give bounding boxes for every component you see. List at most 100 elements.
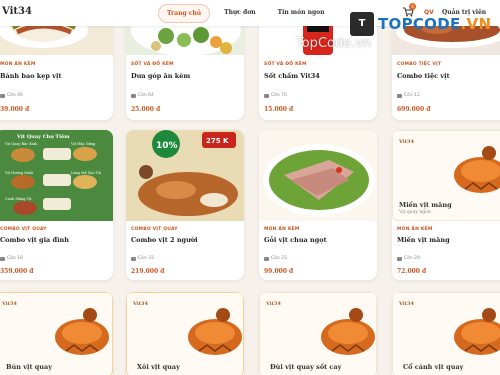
duck-icon xyxy=(321,308,375,355)
product-card[interactable]: Vit34 Bún vịt quay xyxy=(0,292,113,375)
watermark-text: TopCode.vn xyxy=(296,36,372,51)
duck-icon xyxy=(55,308,109,355)
promo-label: Vịt Hấp Gừng xyxy=(70,142,96,146)
product-card[interactable]: 10% 275 K COMBO VỊT QUAY Combo vịt 2 ngư… xyxy=(126,130,244,280)
product-price: 39.000 đ xyxy=(0,106,30,113)
product-card[interactable]: Vit34 Đùi vịt quay sốt cay xyxy=(259,292,377,375)
main-nav: Trang chủ Thực đơn Tin món ngon xyxy=(158,4,333,23)
promo-label: Vịt Nướng Muối xyxy=(4,171,34,175)
watermark-logo: T TOPCODE.VN xyxy=(350,12,491,36)
product-stock-text: Còn 64 xyxy=(138,93,154,98)
product-price: 25.000 đ xyxy=(131,106,161,113)
brand-logo[interactable]: Vit34 xyxy=(2,6,32,17)
duck-icon xyxy=(454,146,500,193)
price-tag-text: 275 K xyxy=(206,137,229,145)
product-stock: Còn 33 xyxy=(131,256,154,261)
placeholder-brand: Vit34 xyxy=(266,301,281,307)
product-name[interactable]: Combo vịt 2 người xyxy=(131,236,198,244)
product-stock-text: Còn 23 xyxy=(271,256,287,261)
product-card[interactable]: Vit34 Xôi vịt quay xyxy=(126,292,244,375)
product-category: MÓN ĂN KÈM xyxy=(264,227,300,232)
watermark-logo-box: T xyxy=(350,12,374,36)
box-icon xyxy=(0,93,5,98)
placeholder-brand: Vit34 xyxy=(133,301,148,307)
box-icon xyxy=(131,256,136,261)
product-price: 219.000 đ xyxy=(131,268,165,275)
box-icon xyxy=(264,93,269,98)
product-stock: Còn 70 xyxy=(264,93,287,98)
product-name[interactable]: Đùi vịt quay sốt cay xyxy=(270,363,341,371)
product-image-placeholder: Vit34 Bún vịt quay xyxy=(0,292,113,375)
product-card[interactable]: Vịt Quay Chợ Tiệm Vịt Quay Bắc Kinh Vịt … xyxy=(0,130,113,280)
product-category: COMBO TIỆC VỊT xyxy=(397,62,442,67)
product-name[interactable]: Combo tiệc vịt xyxy=(397,72,450,80)
nav-home[interactable]: Trang chủ xyxy=(158,4,211,23)
product-card[interactable]: MÓN ĂN KÈM Gỏi vịt chua ngọt Còn 23 99.0… xyxy=(259,130,377,280)
product-name[interactable]: Sốt chấm Vit34 xyxy=(264,72,320,80)
promo-label: Vịt Quay Bắc Kinh xyxy=(4,141,38,146)
product-image-placeholder: Vit34 Cổ cánh vịt quay xyxy=(392,292,500,375)
box-icon xyxy=(131,93,136,98)
product-stock: Còn 18 xyxy=(0,256,23,261)
product-name[interactable]: Dưa góp ăn kèm xyxy=(131,72,190,80)
duck-icon xyxy=(188,308,242,355)
nav-menu[interactable]: Thực đơn xyxy=(216,4,264,23)
product-name[interactable]: Gỏi vịt chua ngọt xyxy=(264,236,327,244)
promo-menu-title: Vịt Quay Chợ Tiệm xyxy=(16,133,70,140)
product-image: Vịt Quay Chợ Tiệm Vịt Quay Bắc Kinh Vịt … xyxy=(0,130,113,221)
product-stock: Còn 12 xyxy=(397,93,420,98)
product-price: 699.000 đ xyxy=(397,106,431,113)
product-image-placeholder: Vit34 Miến vịt măng Vịt quay ngon xyxy=(392,130,500,221)
watermark-logo-main: TOPCODE xyxy=(378,15,461,33)
placeholder-brand: Vit34 xyxy=(399,301,414,307)
placeholder-brand: Vit34 xyxy=(2,301,17,307)
product-category: MÓN ĂN KÈM xyxy=(0,62,36,67)
product-stock-text: Còn 29 xyxy=(404,256,420,261)
product-price: 359.000 đ xyxy=(0,268,34,275)
placeholder-title: Miến vịt măng xyxy=(399,201,452,209)
watermark-logo-ext: .VN xyxy=(460,15,492,33)
box-icon xyxy=(264,256,269,261)
duck-icon xyxy=(454,308,500,355)
product-name[interactable]: Miến vịt măng xyxy=(397,236,450,244)
cart-count-badge: 0 xyxy=(409,3,416,10)
product-stock-text: Còn 70 xyxy=(271,93,287,98)
product-name[interactable]: Bánh bao kẹp vịt xyxy=(0,72,61,80)
product-name[interactable]: Combo vịt gia đình xyxy=(0,236,69,244)
nav-news[interactable]: Tin món ngon xyxy=(270,4,333,23)
product-image-placeholder: Vit34 Đùi vịt quay sốt cay xyxy=(259,292,377,375)
product-category: COMBO VỊT QUAY xyxy=(0,227,47,232)
product-stock: Còn 29 xyxy=(397,256,420,261)
product-image xyxy=(259,130,377,221)
box-icon xyxy=(397,93,402,98)
product-image: 10% 275 K xyxy=(126,130,244,221)
product-stock: Còn 23 xyxy=(264,256,287,261)
placeholder-subtitle: Vịt quay ngon xyxy=(399,210,431,215)
product-category: COMBO VỊT QUAY xyxy=(131,227,178,232)
product-name[interactable]: Xôi vịt quay xyxy=(137,363,180,371)
product-name[interactable]: Bún vịt quay xyxy=(6,363,52,371)
product-stock-text: Còn 18 xyxy=(7,256,23,261)
product-card[interactable]: Vit34 Cổ cánh vịt quay xyxy=(392,292,500,375)
product-stock: Còn 64 xyxy=(131,93,154,98)
product-price: 99.000 đ xyxy=(264,268,294,275)
product-image-placeholder: Vit34 Xôi vịt quay xyxy=(126,292,244,375)
product-stock-text: Còn 33 xyxy=(138,256,154,261)
box-icon xyxy=(0,256,5,261)
product-card[interactable]: Vit34 Miến vịt măng Vịt quay ngon MÓN ĂN… xyxy=(392,130,500,280)
product-stock-text: Còn 12 xyxy=(404,93,420,98)
discount-badge-text: 10% xyxy=(156,141,178,151)
product-stock: Còn 40 xyxy=(0,93,23,98)
placeholder-brand: Vit34 xyxy=(399,139,414,145)
product-name[interactable]: Cổ cánh vịt quay xyxy=(403,363,463,371)
product-category: SỐT VÀ ĐỒ KÈM xyxy=(264,62,307,67)
product-stock-text: Còn 40 xyxy=(7,93,23,98)
box-icon xyxy=(397,256,402,261)
promo-label: Canh Măng Vịt xyxy=(5,197,32,201)
product-price: 72.000 đ xyxy=(397,268,427,275)
product-price: 15.000 đ xyxy=(264,106,294,113)
watermark-logo-text: TOPCODE.VN xyxy=(378,15,491,33)
product-category: MÓN ĂN KÈM xyxy=(397,227,433,232)
product-category: SỐT VÀ ĐỒ KÈM xyxy=(131,62,174,67)
promo-label: Lòng Mề Xào Tỏi xyxy=(71,170,102,175)
